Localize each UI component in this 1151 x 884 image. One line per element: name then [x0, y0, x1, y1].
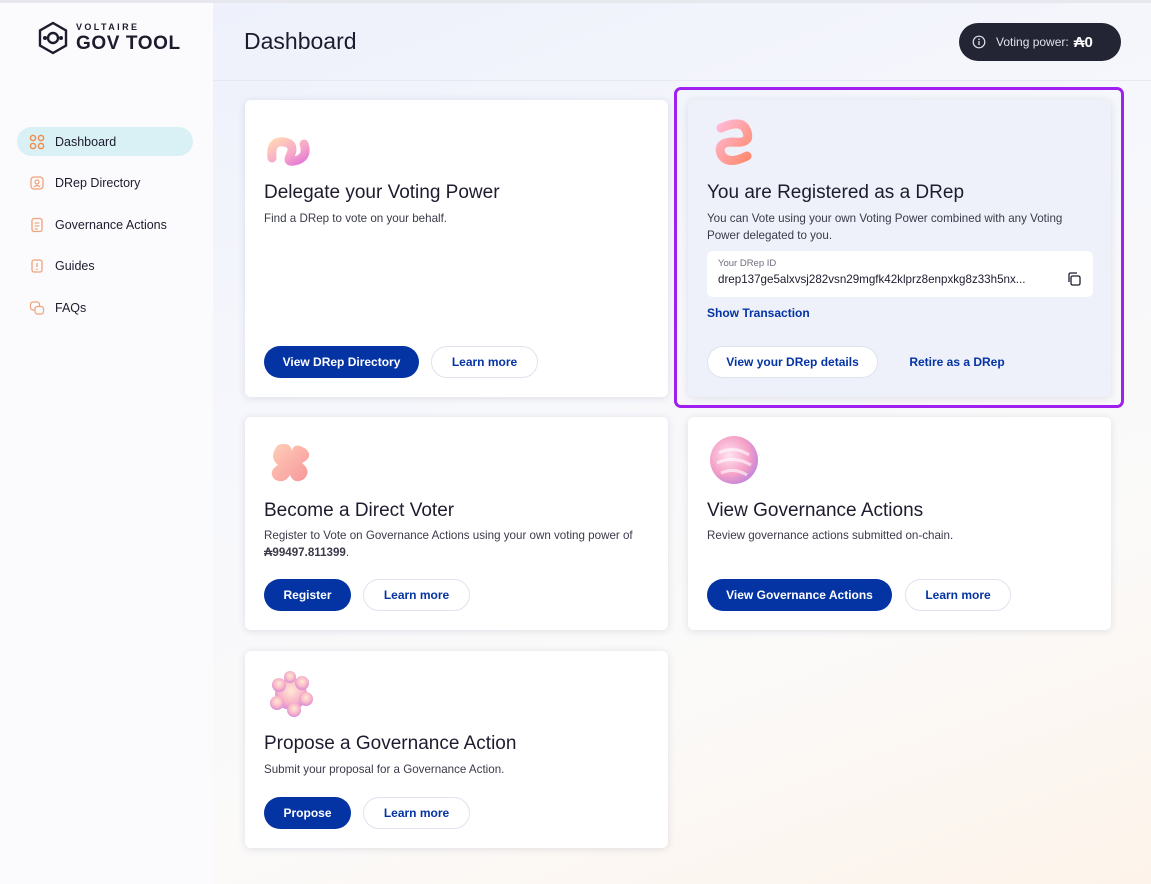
sidebar: VOLTAIRE GOV TOOL Dashboard DRep Directo…: [0, 3, 213, 884]
page-title: Dashboard: [244, 28, 357, 54]
governance-actions-icon: [29, 217, 45, 233]
view-governance-actions-button[interactable]: View Governance Actions: [707, 579, 892, 611]
sidebar-item-faqs[interactable]: FAQs: [17, 293, 193, 322]
voting-power-amount: ₳99497.811399: [264, 545, 346, 559]
direct-voter-learn-more-button[interactable]: Learn more: [363, 579, 470, 611]
faqs-icon: [29, 300, 45, 316]
direct-voter-card: Become a Direct Voter Register to Vote o…: [245, 417, 668, 630]
sidebar-item-label: Governance Actions: [55, 217, 167, 232]
voting-power-value: ₳0: [1073, 33, 1093, 51]
card-title: Delegate your Voting Power: [264, 182, 500, 203]
direct-voter-3d-shape-icon: [271, 443, 310, 482]
page-header: Dashboard Voting power: ₳0: [213, 3, 1151, 81]
info-icon: [972, 35, 986, 49]
governance-learn-more-button[interactable]: Learn more: [905, 579, 1011, 611]
voting-power-badge[interactable]: Voting power: ₳0: [959, 23, 1121, 61]
app-logo[interactable]: VOLTAIRE GOV TOOL: [36, 21, 181, 55]
voting-power-label: Voting power:: [996, 35, 1069, 49]
propose-learn-more-button[interactable]: Learn more: [363, 797, 470, 829]
sidebar-item-label: DRep Directory: [55, 176, 141, 190]
delegate-card: Delegate your Voting Power Find a DRep t…: [245, 100, 668, 397]
propose-3d-shape-icon: [270, 671, 313, 717]
sidebar-item-guides[interactable]: Guides: [17, 252, 193, 281]
delegate-3d-shape-icon: [267, 137, 310, 166]
card-description: Register to Vote on Governance Actions u…: [264, 528, 659, 561]
propose-card: Propose a Governance Action Submit your …: [245, 651, 668, 848]
drep-directory-icon: [29, 175, 45, 191]
sidebar-item-label: FAQs: [55, 300, 87, 315]
card-title: Propose a Governance Action: [264, 733, 517, 754]
card-title: Become a Direct Voter: [264, 500, 455, 521]
description-suffix: .: [345, 545, 350, 559]
logo-wordmark-top: VOLTAIRE: [76, 22, 140, 32]
view-drep-directory-button[interactable]: View DRep Directory: [264, 346, 419, 378]
dashboard-grid-icon: [29, 134, 45, 150]
sidebar-item-dashboard[interactable]: Dashboard: [17, 127, 193, 156]
sidebar-nav: Dashboard DRep Directory Governance Acti…: [17, 127, 193, 335]
delegate-learn-more-button[interactable]: Learn more: [431, 346, 538, 378]
sidebar-item-label: Guides: [55, 259, 95, 273]
propose-button[interactable]: Propose: [264, 797, 351, 829]
sidebar-item-governance-actions[interactable]: Governance Actions: [17, 210, 193, 239]
highlight-outline: [674, 87, 1124, 408]
card-description: Submit your proposal for a Governance Ac…: [264, 763, 505, 776]
guides-icon: [29, 258, 45, 274]
sidebar-item-drep-directory[interactable]: DRep Directory: [17, 169, 193, 198]
logo-wordmark-bottom: GOV TOOL: [76, 33, 181, 54]
governance-3d-shape-icon: [710, 436, 758, 484]
sidebar-item-label: Dashboard: [55, 134, 117, 149]
card-description: Find a DRep to vote on your behalf.: [264, 212, 448, 225]
logo-hexagon-icon: [38, 21, 68, 55]
card-title: View Governance Actions: [707, 500, 924, 521]
governance-actions-card: View Governance Actions Review governanc…: [688, 417, 1111, 630]
register-button[interactable]: Register: [264, 579, 351, 611]
card-description: Review governance actions submitted on-c…: [707, 529, 954, 542]
description-text: Register to Vote on Governance Actions u…: [264, 529, 633, 542]
